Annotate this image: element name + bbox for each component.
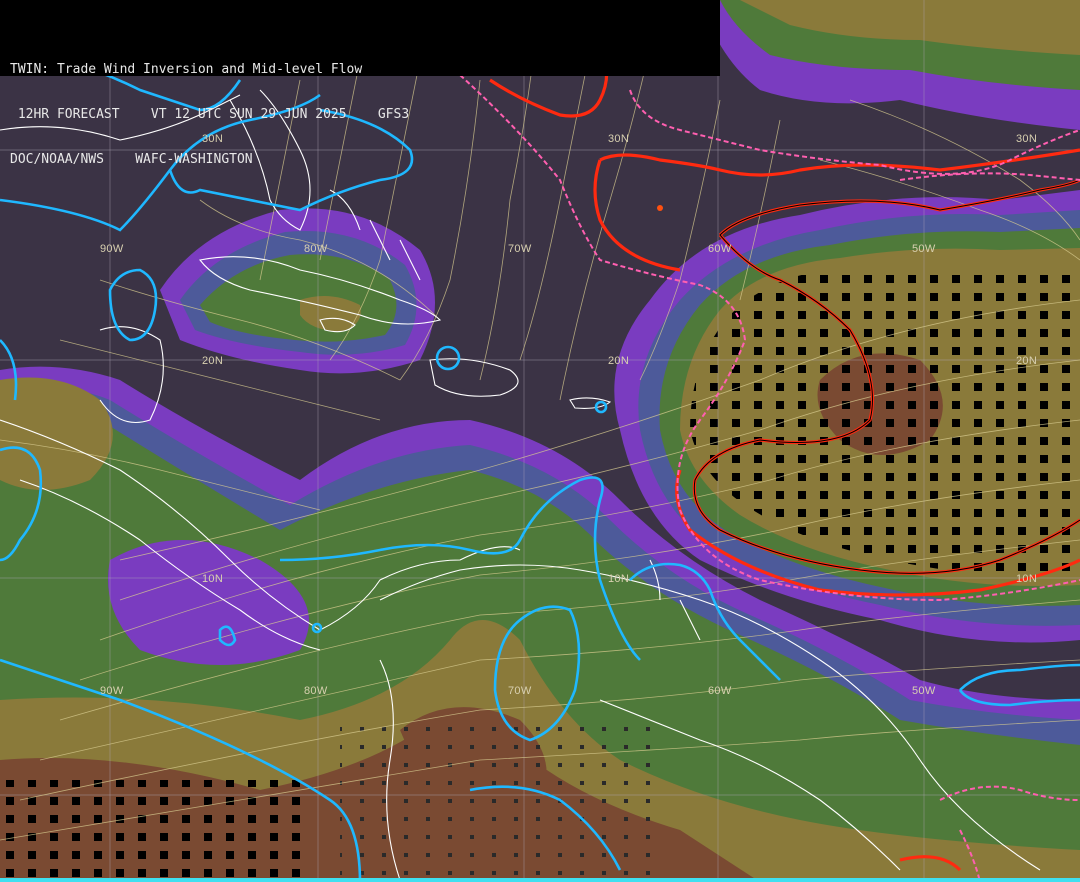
label-80w-south: 80W (304, 685, 328, 697)
header-forecast-line: 12HR FORECAST VT 12 UTC SUN 29 JUN 2025 … (10, 107, 410, 122)
header-title: TWIN: Trade Wind Inversion and Mid-level… (10, 62, 363, 77)
label-70w-south: 70W (508, 685, 532, 697)
label-30n-east: 30N (1016, 133, 1037, 145)
label-20n-west: 20N (202, 355, 223, 367)
map-header: TWIN: Trade Wind Inversion and Mid-level… (0, 0, 720, 167)
label-50w-south: 50W (912, 685, 936, 697)
label-90w-north: 90W (100, 243, 124, 255)
label-20n-center: 20N (608, 355, 629, 367)
label-90w-south: 90W (100, 685, 124, 697)
label-50w-north: 50W (912, 243, 936, 255)
label-80w-north: 80W (304, 243, 328, 255)
label-60w-south: 60W (708, 685, 732, 697)
label-20n-east: 20N (1016, 355, 1037, 367)
label-10n-west: 10N (202, 573, 223, 585)
red-spot (657, 205, 663, 211)
label-10n-east: 10N (1016, 573, 1037, 585)
label-10n-center: 10N (608, 573, 629, 585)
label-70w-north: 70W (508, 243, 532, 255)
bottom-border (0, 878, 1080, 882)
header-agency-line: DOC/NOAA/NWS WAFC-WASHINGTON (10, 152, 253, 167)
label-60w-north: 60W (708, 243, 732, 255)
